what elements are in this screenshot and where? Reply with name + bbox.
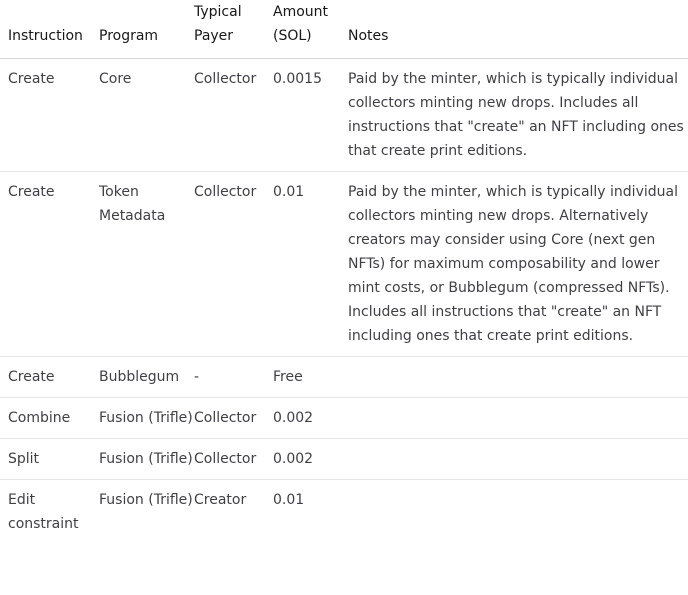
header-typical-payer-line2: Payer (194, 28, 234, 44)
header-typical-payer: Typical Payer (194, 0, 273, 59)
cell-amount: 0.002 (273, 410, 314, 426)
header-program: Program (99, 28, 159, 44)
table-row: Create Bubblegum - Free (0, 357, 688, 398)
cell-payer: Collector (194, 71, 257, 87)
cell-instruction: Edit constraint (8, 492, 79, 532)
cell-notes (348, 357, 688, 398)
cell-payer: Creator (194, 492, 247, 508)
header-typical-payer-line1: Typical (194, 4, 242, 20)
cell-amount: 0.002 (273, 451, 314, 467)
fees-table-container: Instruction Program Typical Payer Amount… (0, 0, 688, 544)
header-row: Instruction Program Typical Payer Amount… (0, 0, 688, 59)
header-amount-line1: Amount (273, 4, 329, 20)
header-instruction: Instruction (8, 28, 83, 44)
cell-notes (348, 398, 688, 439)
cell-program: Core (99, 71, 132, 87)
cell-notes (348, 480, 688, 545)
cell-program: Fusion (Trifle) (99, 451, 193, 467)
cell-program: Fusion (Trifle) (99, 492, 193, 508)
cell-instruction: Split (8, 451, 40, 467)
cell-amount: Free (273, 369, 303, 385)
cell-payer: Collector (194, 184, 257, 200)
fees-table: Instruction Program Typical Payer Amount… (0, 0, 688, 544)
header-notes: Notes (348, 28, 389, 44)
cell-instruction: Create (8, 184, 55, 200)
table-body: Create Core Collector 0.0015 Paid by the… (0, 59, 688, 545)
table-row: Create Token Metadata Collector 0.01 Pai… (0, 172, 688, 357)
cell-payer: - (194, 369, 200, 385)
cell-amount: 0.01 (273, 492, 305, 508)
cell-notes (348, 439, 688, 480)
cell-payer: Collector (194, 451, 257, 467)
header-amount-line2: (SOL) (273, 28, 312, 44)
table-row: Combine Fusion (Trifle) Collector 0.002 (0, 398, 688, 439)
cell-program: Fusion (Trifle) (99, 410, 193, 426)
cell-program: Token Metadata (99, 184, 166, 224)
header-amount: Amount (SOL) (273, 0, 348, 59)
table-row: Edit constraint Fusion (Trifle) Creator … (0, 480, 688, 545)
cell-payer: Collector (194, 410, 257, 426)
cell-instruction: Create (8, 369, 55, 385)
cell-program: Bubblegum (99, 369, 180, 385)
table-row: Create Core Collector 0.0015 Paid by the… (0, 59, 688, 172)
cell-amount: 0.01 (273, 184, 305, 200)
cell-instruction: Create (8, 71, 55, 87)
cell-notes: Paid by the minter, which is typically i… (348, 184, 678, 344)
cell-instruction: Combine (8, 410, 71, 426)
table-row: Split Fusion (Trifle) Collector 0.002 (0, 439, 688, 480)
cell-amount: 0.0015 (273, 71, 322, 87)
cell-notes: Paid by the minter, which is typically i… (348, 71, 684, 159)
table-header: Instruction Program Typical Payer Amount… (0, 0, 688, 59)
